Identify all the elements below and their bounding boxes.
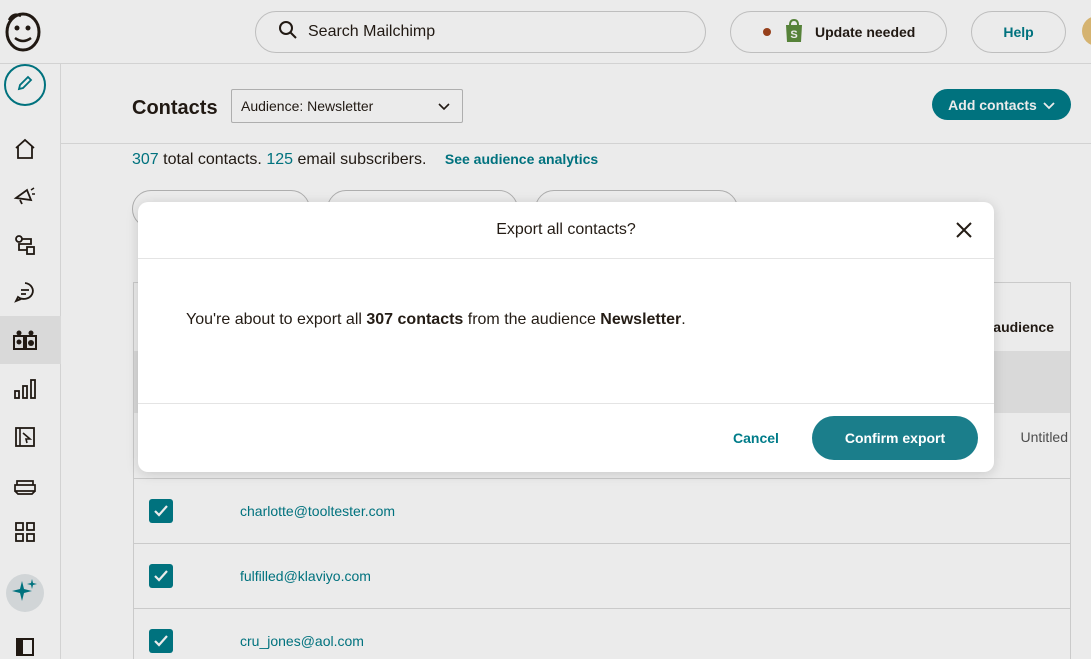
modal-title: Export all contacts? [496,221,636,238]
modal-text-prefix: You're about to export all [186,311,367,328]
confirm-export-button[interactable]: Confirm export [812,416,978,460]
export-modal: Export all contacts? You're about to exp… [138,202,994,472]
modal-text-mid: from the audience [463,311,601,328]
modal-contact-count: 307 contacts [366,311,464,328]
modal-body: You're about to export all 307 contacts … [138,259,994,404]
modal-header: Export all contacts? [138,202,994,259]
modal-audience-name: Newsletter [600,311,682,328]
modal-footer: Cancel Confirm export [138,404,994,472]
close-icon[interactable] [952,218,976,242]
modal-text-suffix: . [681,311,686,328]
cancel-button[interactable]: Cancel [733,430,779,446]
